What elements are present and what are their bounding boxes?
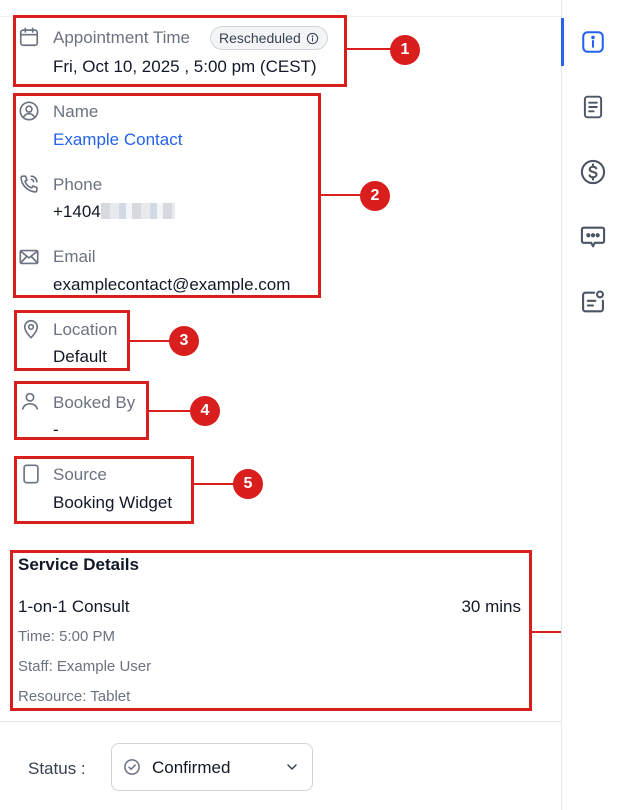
annotation-box-6 (10, 550, 532, 711)
annotation-box-2 (13, 93, 321, 298)
chat-icon (580, 226, 606, 248)
sidebar-tab-forms[interactable] (579, 288, 607, 316)
annotation-box-3 (14, 310, 130, 371)
sidebar-active-indicator (561, 18, 564, 66)
annotation-connector-2 (318, 194, 363, 196)
form-icon (582, 290, 604, 313)
annotation-connector-5 (191, 483, 236, 485)
chevron-down-icon (287, 764, 297, 770)
info-icon (582, 31, 604, 53)
annotation-marker-5: 5 (233, 469, 263, 499)
annotation-box-1 (13, 15, 347, 87)
dollar-icon (580, 159, 606, 185)
notes-icon (583, 95, 603, 119)
sidebar-tab-messages[interactable] (579, 223, 607, 251)
status-dropdown[interactable]: Confirmed (111, 743, 313, 791)
sidebar-tab-notes[interactable] (579, 93, 607, 121)
annotation-box-5 (14, 456, 194, 524)
annotation-box-4 (14, 381, 149, 440)
annotation-connector-3 (127, 340, 170, 342)
annotation-marker-2: 2 (360, 181, 390, 211)
footer-divider (0, 721, 561, 722)
annotation-connector-4 (146, 410, 192, 412)
status-value: Confirmed (152, 758, 231, 777)
right-sidebar (562, 0, 623, 810)
sidebar-tab-payments[interactable] (579, 158, 607, 186)
annotation-marker-1: 1 (390, 35, 420, 65)
annotation-marker-4: 4 (190, 396, 220, 426)
sidebar-tab-info[interactable] (579, 28, 607, 56)
check-circle-icon (124, 759, 140, 775)
annotation-connector-1 (344, 48, 392, 50)
annotation-marker-3: 3 (169, 326, 199, 356)
status-label: Status : (28, 759, 86, 778)
